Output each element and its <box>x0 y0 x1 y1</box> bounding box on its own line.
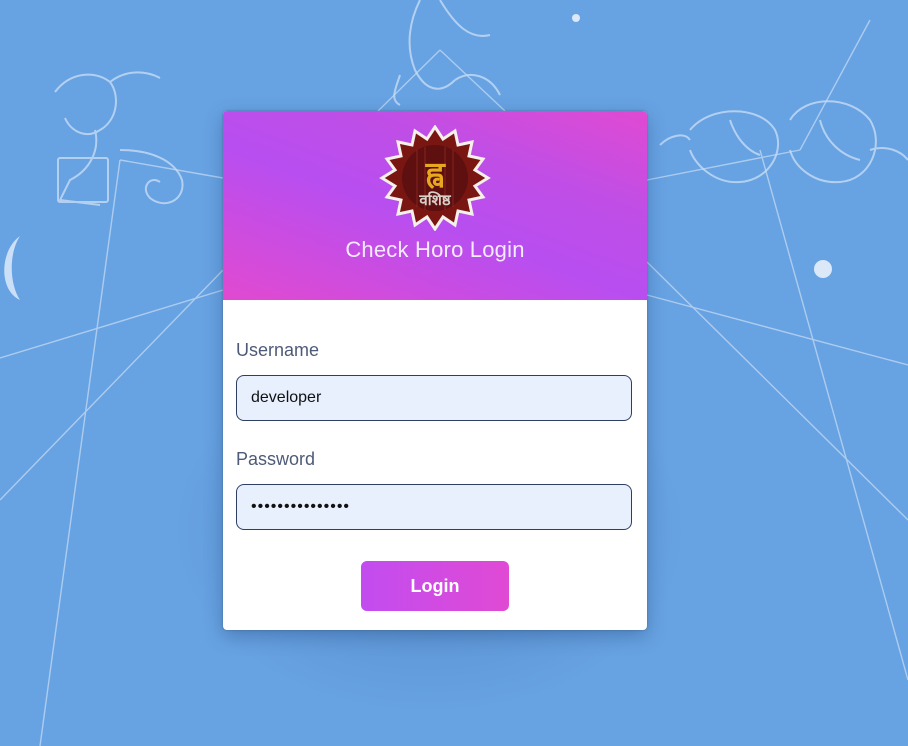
login-card-header: ह्व वशिष्ठ Check Horo Login <box>223 111 647 300</box>
username-input[interactable] <box>236 375 632 421</box>
login-title: Check Horo Login <box>345 237 525 262</box>
aquarius-sketch <box>393 0 501 106</box>
logo-text-top: ह्व <box>425 156 447 191</box>
star-dot <box>814 260 832 278</box>
star-dot <box>572 14 580 22</box>
password-label: Password <box>236 449 316 469</box>
crescent-moon <box>4 236 20 300</box>
logo-text-bottom: वशिष्ठ <box>418 191 451 209</box>
zodiac-star-logo-icon: ह्व वशिष्ठ <box>379 125 491 231</box>
login-card: ह्व वशिष्ठ Check Horo Login Username Pas… <box>223 111 647 630</box>
password-input[interactable] <box>236 484 632 530</box>
capricorn-sketch <box>54 71 184 206</box>
login-button[interactable]: Login <box>361 561 509 611</box>
username-label: Username <box>236 340 320 360</box>
